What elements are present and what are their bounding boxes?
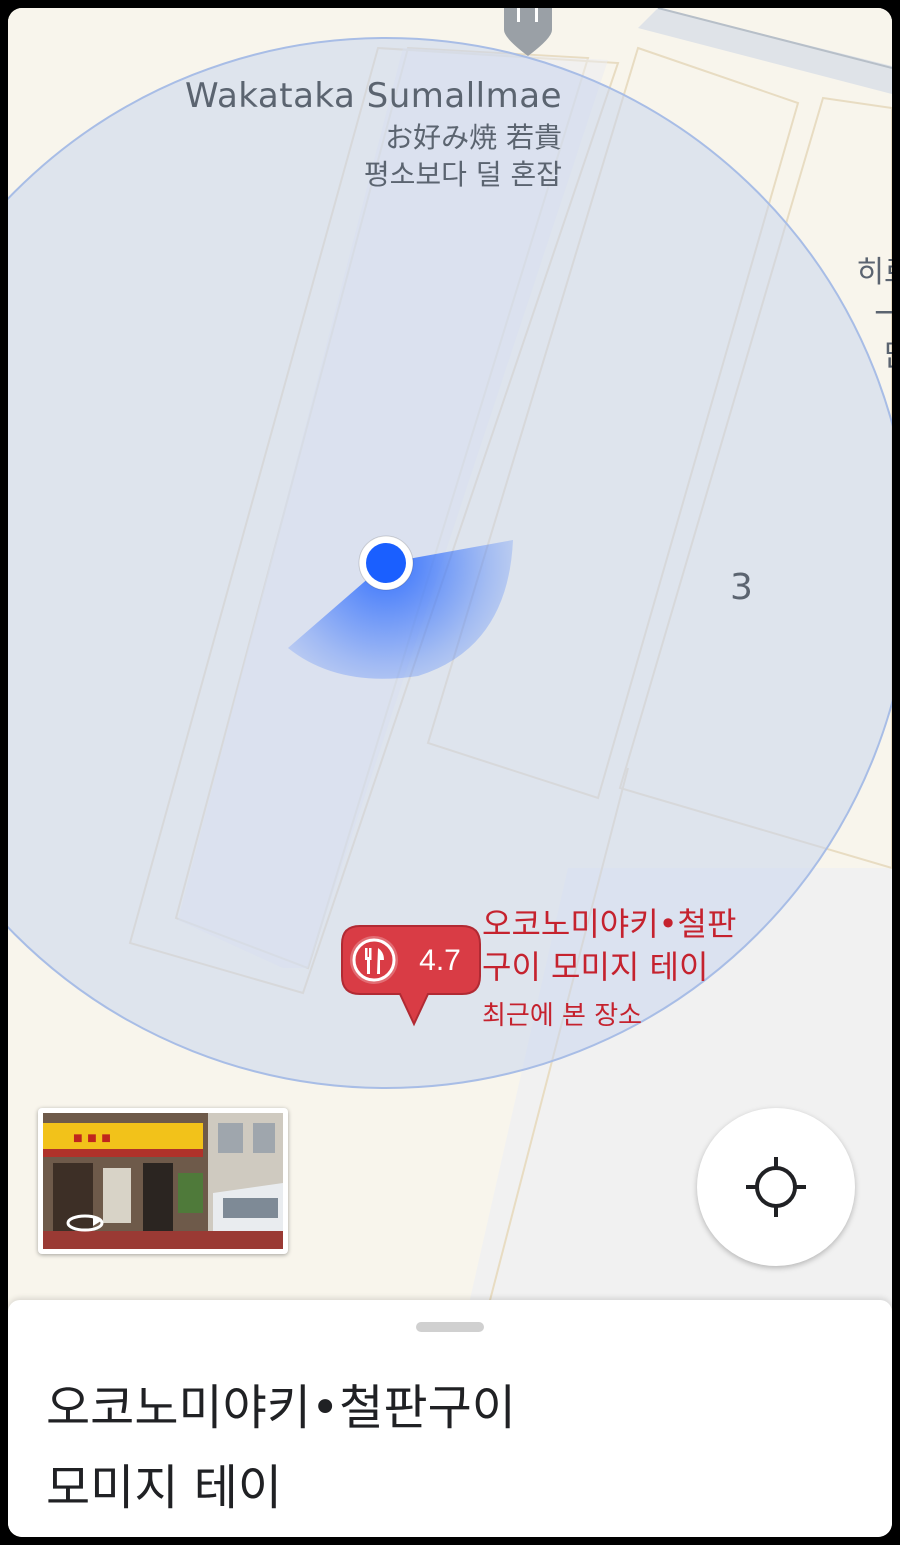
restaurant-label[interactable]: 오코노미야키•철판 구이 모미지 테이 최근에 본 장소 [482, 903, 736, 1032]
my-location-icon [746, 1157, 806, 1217]
svg-text:■ ■ ■: ■ ■ ■ [73, 1130, 111, 1147]
my-location-button[interactable] [697, 1108, 855, 1266]
place-title: 오코노미야키•철판구이 모미지 테이 [46, 1368, 606, 1528]
place-title-line2: 모미지 테이 [46, 1460, 283, 1516]
busyness-note: 많이 붐비 [724, 339, 892, 375]
place-name: Wakataka Sumallmae [185, 76, 562, 116]
restaurant-name-line2: 구이 모미지 테이 [482, 948, 709, 987]
block-number-label: 3 [730, 567, 753, 608]
place-name-line1: 이치 [724, 213, 892, 249]
place-label-wakataka[interactable]: Wakataka Sumallmae お好み焼 若貴 평소보다 덜 혼잡 [185, 76, 562, 192]
place-name-line2: 히로시마 혼 [856, 255, 892, 290]
restaurant-status: 최근에 본 장소 [482, 1001, 643, 1032]
street-view-thumbnail[interactable]: ■ ■ ■ [38, 1108, 288, 1254]
sheet-drag-handle[interactable] [416, 1322, 484, 1332]
restaurant-marker[interactable]: 4.7 [340, 924, 482, 1032]
place-title-line1: 오코노미야키•철판구이 [46, 1380, 516, 1436]
current-location-dot [358, 535, 414, 591]
restaurant-name-line1: 오코노미야키•철판 [482, 905, 737, 943]
restaurant-icon [350, 936, 398, 984]
place-name-line3: 一蘭 広島 [874, 297, 892, 332]
busyness-note: 평소보다 덜 혼잡 [363, 158, 562, 192]
place-subtitle: お好み焼 若貴 [385, 120, 562, 154]
street-view-image: ■ ■ ■ [43, 1113, 283, 1249]
place-label-ichiran[interactable]: 이치 히로시마 혼 一蘭 広島 많이 붐비 [724, 213, 892, 381]
place-details-sheet[interactable]: 오코노미야키•철판구이 모미지 테이 [8, 1300, 892, 1537]
map-view[interactable]: Wakataka Sumallmae お好み焼 若貴 평소보다 덜 혼잡 이치 … [8, 8, 892, 1308]
phone-screen: Wakataka Sumallmae お好み焼 若貴 평소보다 덜 혼잡 이치 … [8, 8, 892, 1537]
restaurant-rating: 4.7 [419, 944, 461, 977]
